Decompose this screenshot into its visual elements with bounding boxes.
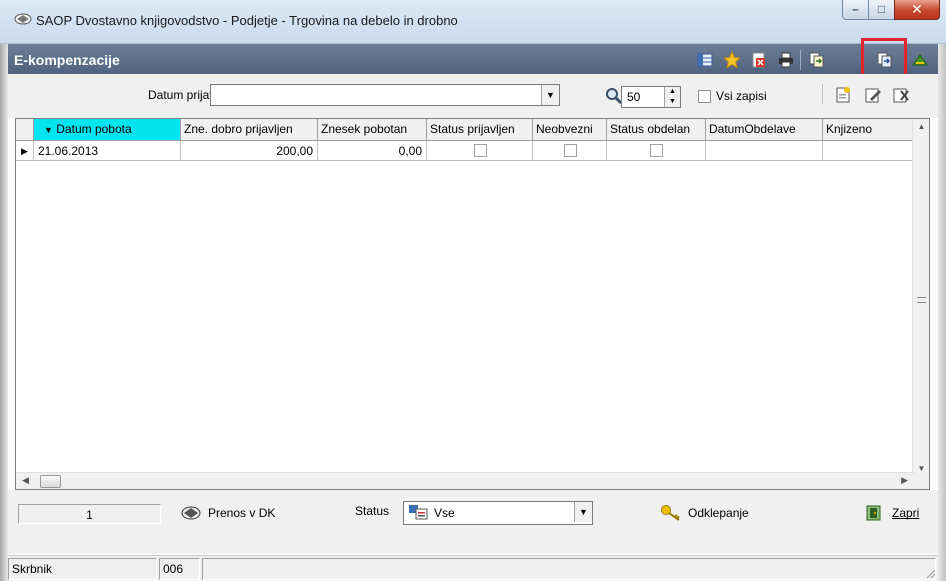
cell-znesek-pobotan[interactable]: 0,00 bbox=[318, 141, 427, 161]
column-header-label: DatumObdelave bbox=[709, 122, 796, 136]
vertical-scrollbar[interactable]: ▲ ▼ bbox=[912, 119, 929, 489]
door-exit-icon bbox=[866, 505, 881, 521]
scroll-up-icon[interactable]: ▲ bbox=[913, 122, 929, 131]
spin-down-icon[interactable]: ▼ bbox=[665, 97, 680, 107]
resize-grip-icon[interactable] bbox=[924, 567, 936, 579]
column-header-label: Status obdelan bbox=[610, 122, 691, 136]
cell-neobvezni[interactable] bbox=[533, 141, 607, 161]
edit-document-icon[interactable] bbox=[864, 86, 882, 104]
minimize-button[interactable]: – bbox=[842, 0, 869, 20]
cell-status-obdelan[interactable] bbox=[607, 141, 706, 161]
column-header-zne-dobro-prijavljen[interactable]: Zne. dobro prijavljen bbox=[181, 119, 318, 141]
window-title: SAOP Dvostavno knjigovodstvo - Podjetje … bbox=[36, 13, 458, 28]
status-prijavljen-checkbox[interactable] bbox=[473, 144, 487, 157]
close-label: Zapri bbox=[892, 506, 920, 520]
column-header-datum-pobota[interactable]: ▼ Datum pobota bbox=[34, 119, 181, 141]
scroll-left-icon[interactable]: ◀ bbox=[22, 475, 29, 486]
export-icon[interactable] bbox=[750, 51, 768, 69]
app-logo-icon bbox=[14, 13, 32, 25]
form-header: E-kompenzacije bbox=[8, 44, 938, 74]
column-header-neobvezni[interactable]: Neobvezni bbox=[533, 119, 607, 141]
row-indicator-header bbox=[16, 119, 34, 141]
filter-separator bbox=[822, 84, 823, 104]
status-filter-label: Status bbox=[355, 504, 390, 518]
exit-icon[interactable] bbox=[911, 51, 929, 69]
column-header-label: Zne. dobro prijavljen bbox=[184, 122, 293, 136]
record-limit-spinner[interactable]: 50 ▲ ▼ bbox=[621, 86, 681, 108]
column-header-label: Status prijavljen bbox=[430, 122, 515, 136]
status-user: Skrbnik bbox=[8, 558, 157, 580]
filter-bar: Datum prijave ▼ 50 ▲ ▼ Vsi zapisi bbox=[8, 74, 938, 118]
column-header-znesek-pobotan[interactable]: Znesek pobotan bbox=[318, 119, 427, 141]
status-bar: Skrbnik 006 bbox=[8, 555, 938, 581]
chevron-down-icon[interactable]: ▼ bbox=[574, 502, 592, 522]
cell-datum-obdelave[interactable] bbox=[706, 141, 823, 161]
columns-icon[interactable] bbox=[696, 51, 714, 69]
status-obdelan-checkbox[interactable] bbox=[650, 144, 663, 157]
favorite-star-icon[interactable] bbox=[723, 51, 741, 69]
scroll-grip-icon[interactable] bbox=[917, 297, 926, 303]
column-header-datum-obdelave[interactable]: DatumObdelave bbox=[706, 119, 823, 141]
transfer-to-dk-label: Prenos v DK bbox=[208, 506, 276, 520]
kompenzacije-grid[interactable]: ▼ Datum pobota Zne. dobro prijavljen Zne… bbox=[15, 118, 930, 490]
table-row[interactable]: ▶ 21.06.2013 200,00 0,00 bbox=[16, 141, 923, 161]
column-header-status-obdelan[interactable]: Status obdelan bbox=[607, 119, 706, 141]
spin-up-icon[interactable]: ▲ bbox=[665, 87, 680, 97]
cell-zne-dobro-prijavljen[interactable]: 200,00 bbox=[181, 141, 318, 161]
transfer-icon bbox=[181, 506, 201, 520]
copy-record-icon[interactable] bbox=[808, 51, 826, 69]
cell-datum-pobota[interactable]: 21.06.2013 bbox=[34, 141, 181, 161]
grid-header-row: ▼ Datum pobota Zne. dobro prijavljen Zne… bbox=[16, 119, 923, 141]
maximize-icon: □ bbox=[877, 2, 886, 16]
status-list-icon bbox=[409, 505, 428, 520]
record-counter: 1 bbox=[18, 504, 161, 524]
column-header-label: Znesek pobotan bbox=[321, 122, 408, 136]
all-records-checkbox[interactable] bbox=[698, 90, 711, 103]
form-title: E-kompenzacije bbox=[14, 52, 120, 68]
unlock-label: Odklepanje bbox=[688, 506, 749, 520]
new-document-icon[interactable] bbox=[834, 86, 852, 104]
column-header-label: Datum pobota bbox=[56, 122, 132, 136]
horizontal-scroll-thumb[interactable] bbox=[40, 475, 61, 488]
all-records-label: Vsi zapisi bbox=[716, 89, 767, 103]
transfer-to-dk-button[interactable]: Prenos v DK bbox=[180, 500, 275, 526]
key-icon bbox=[661, 505, 680, 521]
current-row-arrow-icon: ▶ bbox=[16, 141, 34, 161]
column-header-status-prijavljen[interactable]: Status prijavljen bbox=[427, 119, 533, 141]
status-message bbox=[202, 558, 936, 580]
toolbar-separator bbox=[800, 50, 801, 70]
column-header-label: Neobvezni bbox=[536, 122, 593, 136]
cell-knjizeno[interactable] bbox=[823, 141, 923, 161]
delete-document-icon[interactable] bbox=[892, 86, 910, 104]
close-icon: ✕ bbox=[911, 1, 923, 17]
close-window-button[interactable]: ✕ bbox=[894, 0, 940, 20]
horizontal-scrollbar[interactable]: ◀ ▶ bbox=[16, 472, 914, 489]
status-filter-value: Vse bbox=[434, 506, 455, 520]
status-code: 006 bbox=[159, 558, 200, 580]
highlighted-toolbar-button bbox=[861, 38, 907, 78]
bottom-toolbar: 1 Prenos v DK Status Vse ▼ Odklepanje Za… bbox=[8, 490, 938, 554]
date-filter-combo[interactable]: ▼ bbox=[210, 84, 560, 106]
neobvezni-checkbox[interactable] bbox=[563, 144, 577, 157]
maximize-button[interactable]: □ bbox=[868, 0, 895, 20]
window-right-edge bbox=[938, 44, 946, 581]
column-header-knjizeno[interactable]: Knjizeno bbox=[823, 119, 923, 141]
close-button[interactable]: Zapri bbox=[864, 500, 919, 526]
minimize-icon: – bbox=[852, 2, 859, 16]
unlock-button[interactable]: Odklepanje bbox=[660, 500, 749, 526]
window-title-bar: SAOP Dvostavno knjigovodstvo - Podjetje … bbox=[0, 0, 946, 44]
scroll-right-icon[interactable]: ▶ bbox=[901, 475, 908, 486]
column-header-label: Knjizeno bbox=[826, 122, 873, 136]
scroll-down-icon[interactable]: ▼ bbox=[913, 464, 929, 473]
print-icon[interactable] bbox=[777, 51, 795, 69]
window-left-edge bbox=[0, 44, 8, 581]
record-limit-value: 50 bbox=[627, 90, 641, 104]
sort-desc-icon: ▼ bbox=[44, 125, 53, 135]
status-filter-combo[interactable]: Vse ▼ bbox=[403, 501, 593, 525]
cell-status-prijavljen[interactable] bbox=[427, 141, 533, 161]
chevron-down-icon[interactable]: ▼ bbox=[541, 85, 559, 105]
